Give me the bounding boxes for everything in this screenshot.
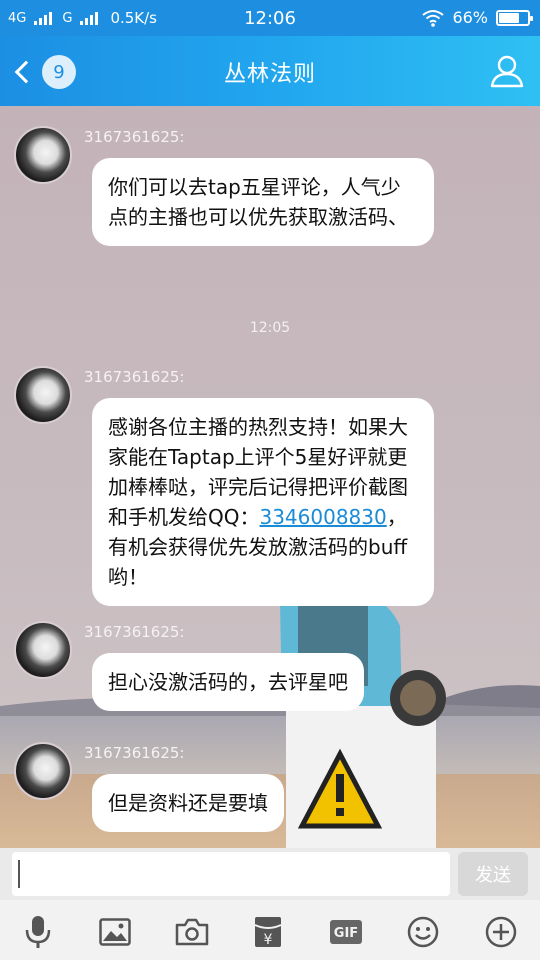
battery-percent: 66% <box>452 8 488 27</box>
plus-icon <box>485 916 517 948</box>
sender-name: 3167361625: <box>84 368 185 386</box>
microphone-icon <box>25 916 51 948</box>
input-bar: 发送 <box>0 848 540 900</box>
wifi-icon <box>422 9 445 27</box>
message-bubble[interactable]: 你们可以去tap五星评论，人气少点的主播也可以优先获取激活码、 <box>92 158 434 246</box>
sender-avatar[interactable] <box>14 621 72 679</box>
red-packet-icon: ¥ <box>254 917 282 948</box>
sender-name: 3167361625: <box>84 623 185 641</box>
emoji-icon <box>407 916 439 948</box>
message-text: 你们可以去tap五星评论，人气少点的主播也可以优先获取激活码、 <box>108 175 408 229</box>
camera-button[interactable] <box>172 912 212 952</box>
svg-text:GIF: GIF <box>334 926 358 941</box>
gif-button[interactable]: GIF <box>326 912 366 952</box>
camera-icon <box>175 918 209 946</box>
status-bar: 4G G 0.5K/s 12:06 66% <box>0 0 540 36</box>
sender-avatar[interactable] <box>14 366 72 424</box>
message-input[interactable] <box>12 852 450 896</box>
input-toolbar: ¥ GIF <box>0 900 540 960</box>
sender-avatar[interactable] <box>14 126 72 184</box>
status-right: 66% <box>422 8 533 27</box>
svg-text:¥: ¥ <box>264 932 273 948</box>
chat-title: 丛林法则 <box>223 62 316 87</box>
time-divider: 12:05 <box>249 320 291 336</box>
sender-name: 3167361625: <box>84 744 185 762</box>
gif-icon: GIF <box>330 920 362 944</box>
sender-name: 3167361625: <box>84 128 185 146</box>
sender-avatar[interactable] <box>14 742 72 800</box>
red-packet-button[interactable]: ¥ <box>248 912 288 952</box>
battery-icon <box>496 9 533 26</box>
message-bubble[interactable]: 担心没激活码的，去评星吧 <box>92 653 364 711</box>
message-bubble[interactable]: 但是资料还是要填 <box>92 774 284 832</box>
message-bubble[interactable]: 感谢各位主播的热烈支持！如果大家能在Taptap上评个5星好评就更加棒棒哒，评完… <box>92 398 434 606</box>
send-button[interactable]: 发送 <box>458 852 528 896</box>
chat-header: 9 丛林法则 <box>0 36 540 106</box>
more-button[interactable] <box>481 912 521 952</box>
battery-level <box>499 12 519 23</box>
image-icon <box>99 918 131 946</box>
person-icon <box>490 55 524 88</box>
photo-button[interactable] <box>95 912 135 952</box>
group-members-button[interactable] <box>488 52 526 90</box>
message-list[interactable]: 3167361625: 你们可以去tap五星评论，人气少点的主播也可以优先获取激… <box>0 106 540 848</box>
message-text: 但是资料还是要填 <box>108 791 268 815</box>
text-caret <box>18 860 20 888</box>
voice-button[interactable] <box>18 912 58 952</box>
emoji-button[interactable] <box>403 912 443 952</box>
qq-number-link[interactable]: 3346008830 <box>259 505 386 529</box>
message-text: 担心没激活码的，去评星吧 <box>108 670 348 694</box>
